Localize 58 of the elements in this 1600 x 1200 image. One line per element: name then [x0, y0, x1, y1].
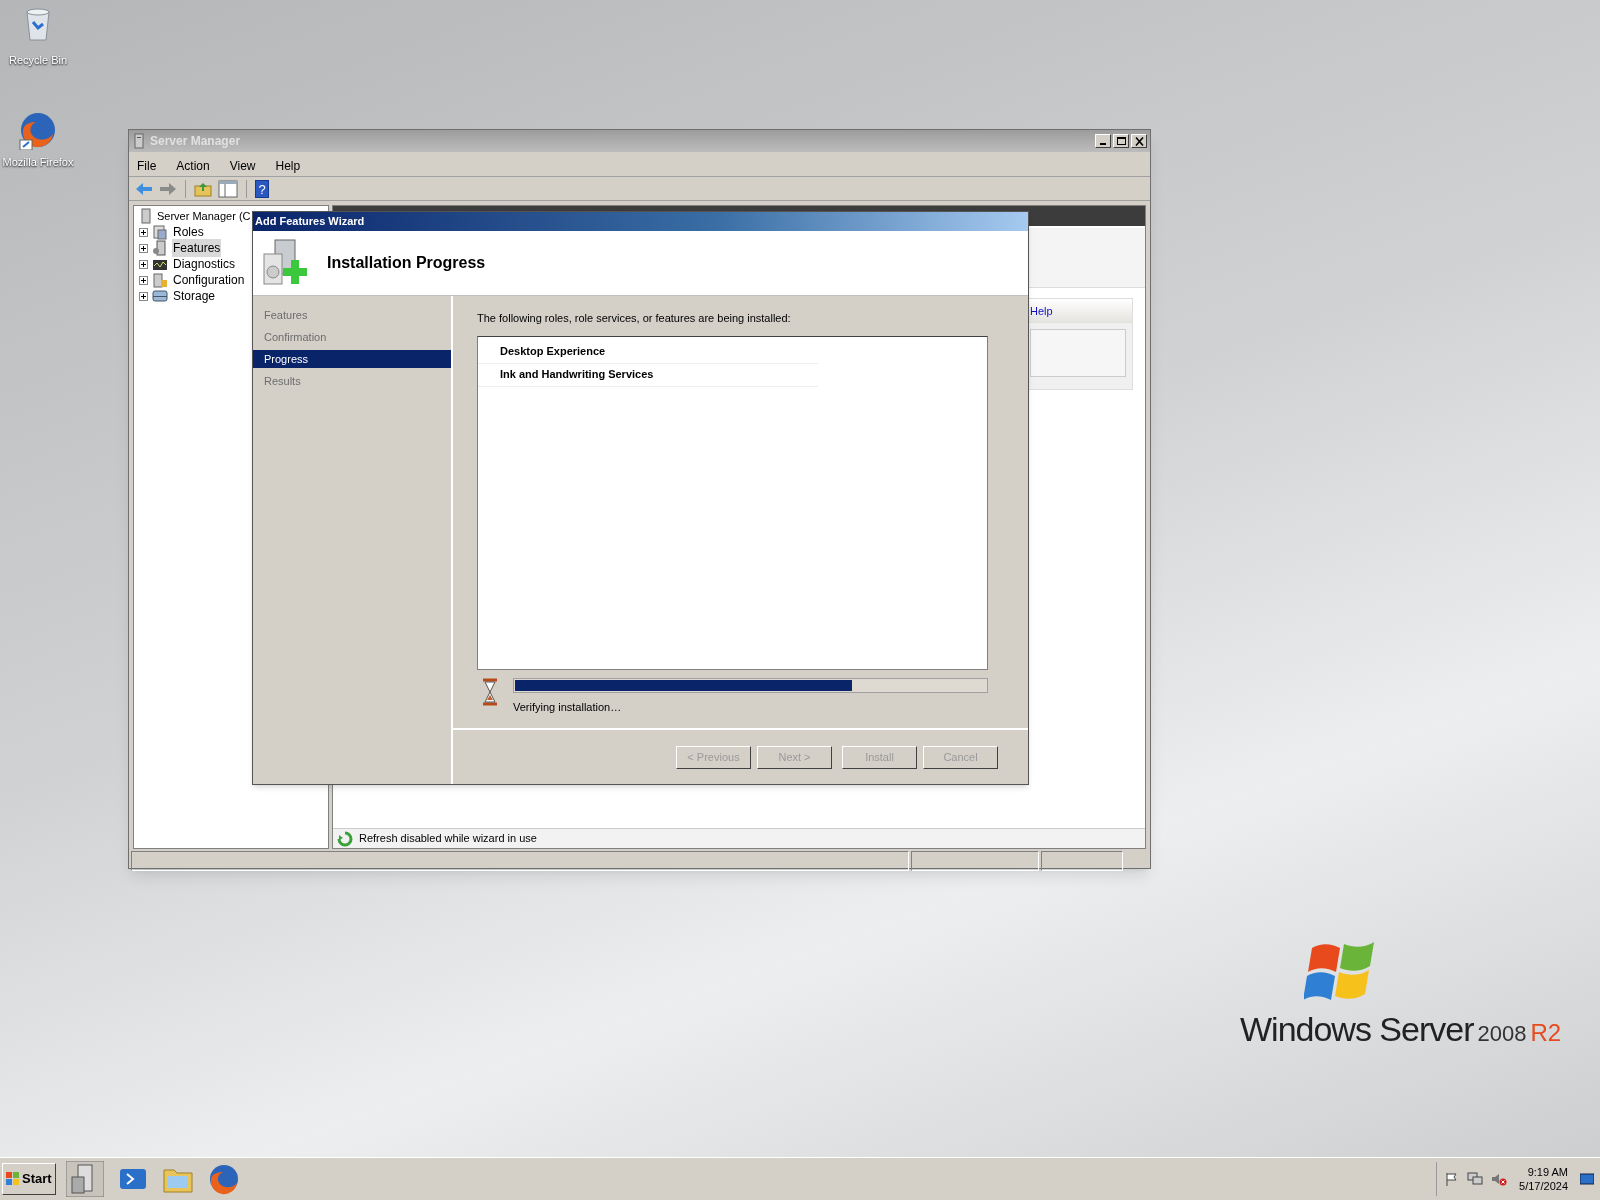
- wizard-step[interactable]: Confirmation: [253, 328, 451, 346]
- menu-item[interactable]: Action: [176, 156, 210, 175]
- clock-time: 9:19 AM: [1527, 1165, 1568, 1179]
- wizard-step[interactable]: Results: [253, 372, 451, 390]
- console-tree-icon[interactable]: [218, 179, 238, 198]
- tree-node-icon: [152, 224, 168, 240]
- clock-date: 5/17/2024: [1519, 1179, 1568, 1193]
- network-icon[interactable]: [1467, 1172, 1484, 1186]
- help-link[interactable]: Help: [1030, 302, 1053, 320]
- menu-item[interactable]: View: [229, 156, 256, 175]
- logo-edition: R2: [1530, 1018, 1562, 1048]
- powershell-icon[interactable]: [117, 1166, 148, 1192]
- tree-item[interactable]: Configuration: [172, 271, 246, 289]
- minimize-button[interactable]: [1095, 134, 1111, 148]
- start-button[interactable]: Start: [2, 1163, 56, 1195]
- menu-item[interactable]: Help: [275, 156, 301, 175]
- close-icon: [1134, 136, 1144, 146]
- maximize-button[interactable]: [1113, 134, 1129, 148]
- server-icon: [138, 208, 154, 224]
- wizard-step[interactable]: Progress: [253, 350, 451, 368]
- expand-toggle[interactable]: [139, 259, 148, 269]
- speaker-muted-icon[interactable]: [1491, 1172, 1508, 1186]
- logo-version: 2008: [1477, 1020, 1527, 1048]
- expand-toggle[interactable]: [139, 243, 148, 253]
- maximize-icon: [1116, 137, 1126, 145]
- progress-status: Verifying installation…: [513, 699, 623, 715]
- window-title: Server Manager: [150, 133, 241, 150]
- flag-icon[interactable]: [1445, 1172, 1460, 1186]
- minimize-icon: [1100, 143, 1106, 145]
- show-desktop-icon[interactable]: [1580, 1173, 1594, 1185]
- menu-item[interactable]: File: [137, 156, 157, 175]
- expand-toggle[interactable]: [139, 275, 148, 285]
- tree-node-icon: [152, 240, 168, 256]
- expand-toggle[interactable]: [139, 227, 148, 237]
- server-icon: [132, 133, 146, 149]
- expand-toggle[interactable]: [139, 291, 148, 301]
- tree-item[interactable]: Diagnostics: [172, 255, 237, 273]
- intro-text: The following roles, role services, or features are being installed:: [477, 311, 792, 326]
- tree-item[interactable]: Features: [172, 239, 222, 257]
- feature-item: Ink and Handwriting Services: [500, 367, 654, 383]
- status-message: Refresh disabled while wizard in use: [359, 831, 537, 847]
- tree-item[interactable]: Server Manager (C: [157, 207, 251, 225]
- tree-node-icon: [152, 272, 168, 288]
- windows-logo-icon: [6, 1172, 20, 1186]
- feature-item: Desktop Experience: [500, 344, 606, 360]
- logo-text: Windows Server: [1240, 1009, 1474, 1050]
- refresh-icon: [337, 830, 353, 847]
- folder-up-icon[interactable]: [194, 180, 212, 197]
- dialog-heading: Installation Progress: [327, 253, 486, 273]
- close-button[interactable]: [1131, 134, 1147, 148]
- server-manager-taskbar-icon[interactable]: [65, 1161, 104, 1197]
- tree-item[interactable]: Storage: [172, 287, 217, 305]
- tree-node-icon: [152, 288, 168, 304]
- firefox-icon[interactable]: [18, 110, 58, 150]
- help-icon[interactable]: ?: [255, 179, 269, 198]
- firefox-icon[interactable]: [207, 1163, 240, 1195]
- dialog-title: Add Features Wizard: [255, 214, 365, 230]
- tree-item[interactable]: Roles: [172, 223, 205, 241]
